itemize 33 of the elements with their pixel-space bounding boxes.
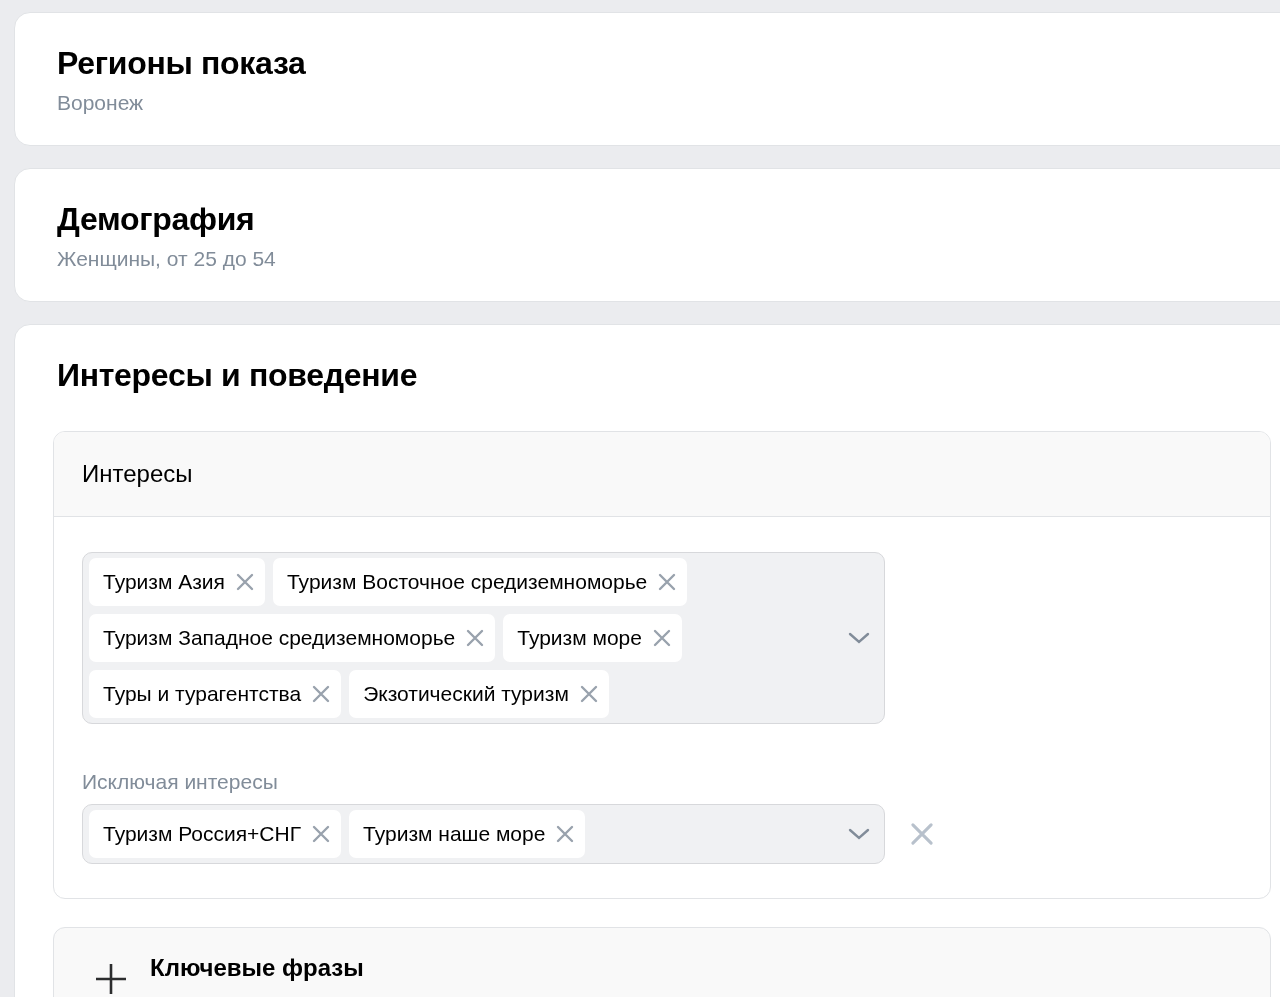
tag-label: Туризм Восточное средиземноморье [286, 570, 648, 594]
panel-title: Ключевые фразы [150, 953, 364, 982]
section-title: Интересы и поведение [57, 356, 419, 395]
remove-icon[interactable] [651, 628, 672, 648]
tag-label: Туры и турагентства [103, 682, 302, 706]
chevron-down-icon[interactable] [848, 631, 870, 645]
tag-label: Туризм море [517, 626, 642, 650]
section-title: Регионы показа [57, 44, 307, 83]
remove-icon[interactable] [234, 572, 255, 592]
excluded-interests-select[interactable]: Туризм Россия+СНГ Туризм наше море [82, 804, 885, 864]
tag-label: Туризм наше море [363, 822, 546, 846]
remove-icon[interactable] [657, 572, 678, 592]
plus-icon [94, 962, 128, 996]
remove-icon[interactable] [555, 824, 576, 844]
section-card[interactable]: Демография Женщины, от 25 до 54 [14, 168, 1280, 302]
tag-label: Туризм Азия [103, 570, 225, 594]
tag-label: Туризм Западное средиземноморье [103, 626, 456, 650]
section-card[interactable]: Регионы показа Воронеж [14, 12, 1280, 146]
remove-icon[interactable] [465, 628, 486, 648]
interests-select[interactable]: Туризм Азия Туризм Восточное средиземноморье Туризм Западное средиземноморье Туризм море Туры и турагентства Экзотический туризм [82, 552, 885, 724]
field-label: Исключая интересы [82, 770, 279, 794]
chevron-down-icon[interactable] [848, 827, 870, 841]
section-summary: Воронеж [57, 90, 145, 116]
add-panel[interactable]: Ключевые фразы [53, 927, 1271, 997]
remove-icon[interactable] [311, 684, 332, 704]
remove-icon[interactable] [578, 684, 599, 704]
tag-label: Туризм Россия+СНГ [103, 822, 302, 846]
panel-title: Интересы [54, 432, 1270, 517]
section-summary: Женщины, от 25 до 54 [57, 246, 277, 272]
remove-icon[interactable] [311, 824, 332, 844]
tag-label: Экзотический туризм [363, 682, 569, 706]
close-icon[interactable] [909, 821, 935, 847]
section-title: Демография [57, 200, 256, 239]
